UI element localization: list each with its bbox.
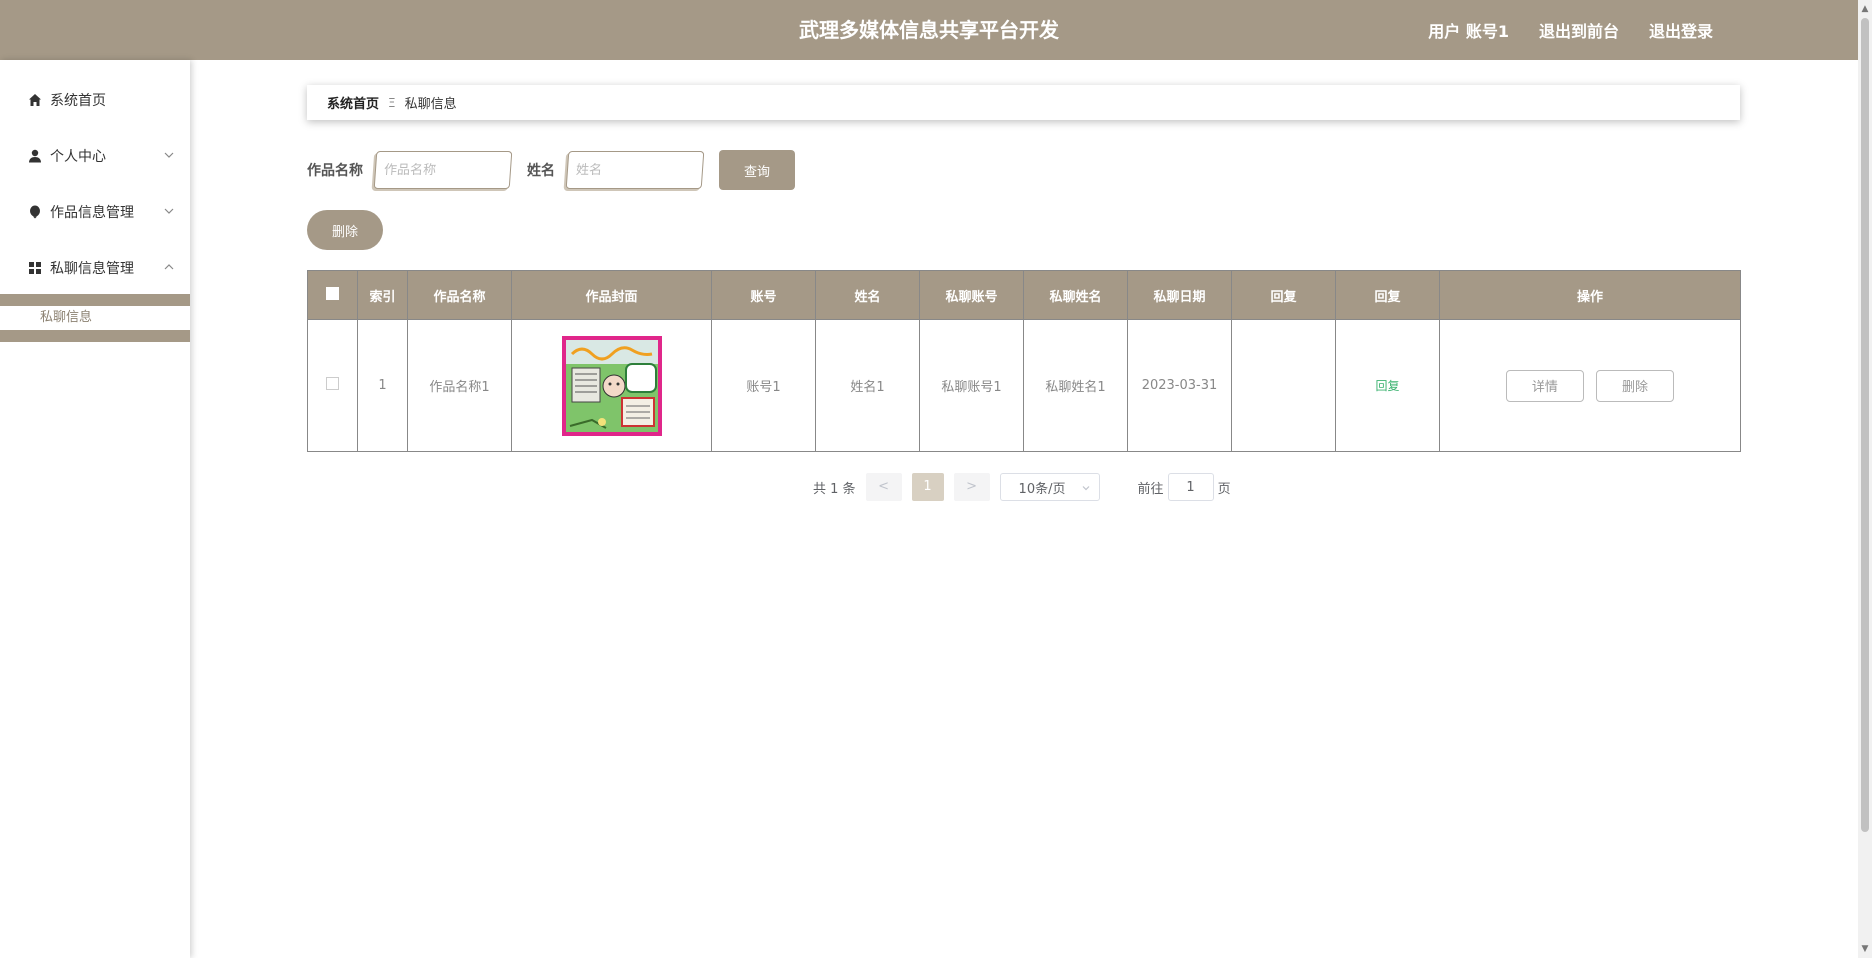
- vertical-scrollbar[interactable]: ▲ ▼: [1858, 0, 1872, 958]
- breadcrumb-current: 私聊信息: [404, 97, 457, 112]
- scrollbar-thumb[interactable]: [1861, 18, 1869, 832]
- top-header: 武理多媒体信息共享平台开发 用户 账号1 退出到前台 退出登录: [0, 0, 1858, 60]
- sidebar: 系统首页 个人中心 作品信息管理 私聊信息管理 私聊信息: [0, 60, 190, 958]
- prev-page-button[interactable]: <: [865, 473, 902, 501]
- select-all-cell[interactable]: [307, 270, 358, 320]
- grid-icon: [27, 260, 43, 276]
- select-all-checkbox[interactable]: [326, 286, 339, 300]
- chevron-up-icon: [162, 260, 176, 274]
- home-icon: [27, 92, 43, 108]
- work-name-cell: 作品名称1: [407, 319, 512, 452]
- sidebar-item-label: 私聊信息管理: [50, 261, 134, 277]
- column-header: 私聊姓名: [1023, 270, 1128, 320]
- pagination: 共 1 条 < 1 > 10条/页 前往 页: [813, 473, 1231, 501]
- breadcrumb-home[interactable]: 系统首页: [327, 93, 379, 112]
- page-size-value: 10条/页: [1018, 481, 1066, 497]
- chevron-down-icon: [1081, 482, 1091, 492]
- table-header-row: 索引 作品名称 作品封面 账号 姓名 私聊账号 私聊姓名 私聊日期 回复 回复 …: [307, 270, 1741, 320]
- operation-cell: 详情 删除: [1439, 319, 1741, 452]
- column-header: 回复: [1335, 270, 1440, 320]
- column-header: 操作: [1439, 270, 1741, 320]
- query-button[interactable]: 查询: [719, 150, 795, 190]
- name-label: 姓名: [527, 163, 555, 179]
- page-size-select[interactable]: 10条/页: [999, 473, 1100, 501]
- column-header: 私聊日期: [1127, 270, 1232, 320]
- reply-action-cell: 回复: [1335, 319, 1440, 452]
- row-delete-button[interactable]: 删除: [1596, 369, 1675, 402]
- sidebar-item-works[interactable]: 作品信息管理: [0, 184, 190, 240]
- cover-image[interactable]: [561, 335, 662, 436]
- sidebar-item-personal[interactable]: 个人中心: [0, 128, 190, 184]
- name-input[interactable]: [565, 151, 705, 189]
- column-header: 作品封面: [511, 270, 712, 320]
- chevron-down-icon: [162, 148, 176, 162]
- breadcrumb-separator-icon: Ξ: [388, 95, 396, 110]
- detail-button[interactable]: 详情: [1505, 369, 1584, 402]
- page-suffix-label: 页: [1217, 481, 1231, 497]
- row-index: 1: [357, 319, 408, 452]
- column-header: 作品名称: [407, 270, 512, 320]
- sidebar-item-chat[interactable]: 私聊信息管理: [0, 240, 190, 296]
- sidebar-subitem-chat-info[interactable]: 私聊信息: [0, 306, 190, 330]
- goto-page-input[interactable]: [1167, 473, 1214, 501]
- row-checkbox[interactable]: [326, 377, 339, 390]
- next-page-button[interactable]: >: [953, 473, 990, 501]
- sidebar-item-label: 系统首页: [50, 93, 106, 109]
- column-header: 私聊账号: [919, 270, 1024, 320]
- chat-name-cell: 私聊姓名1: [1023, 319, 1128, 452]
- table-row: 1 作品名称1 账号1 姓名1 私聊账号1 私聊姓名1 2023-03-31 回…: [307, 319, 1741, 452]
- reply-link[interactable]: 回复: [1375, 379, 1399, 393]
- balloon-icon: [27, 204, 43, 220]
- scroll-up-icon[interactable]: ▲: [1858, 2, 1872, 16]
- cover-cell: [511, 319, 712, 452]
- goto-label: 前往: [1137, 481, 1164, 497]
- row-select-cell[interactable]: [307, 319, 358, 452]
- header-nav: 用户 账号1 退出到前台 退出登录: [1428, 0, 1713, 60]
- user-icon: [27, 148, 43, 164]
- breadcrumb: 系统首页 Ξ 私聊信息: [307, 85, 1740, 120]
- work-name-input[interactable]: [373, 151, 513, 189]
- column-header: 姓名: [815, 270, 920, 320]
- chat-table: 索引 作品名称 作品封面 账号 姓名 私聊账号 私聊姓名 私聊日期 回复 回复 …: [307, 270, 1741, 452]
- chat-submenu: 私聊信息: [0, 294, 190, 342]
- sidebar-item-label: 个人中心: [50, 149, 106, 165]
- column-header: 索引: [357, 270, 408, 320]
- back-to-front-link[interactable]: 退出到前台: [1539, 18, 1619, 42]
- batch-delete-button[interactable]: 删除: [307, 210, 383, 250]
- reply-text-cell: [1231, 319, 1336, 452]
- search-bar: 作品名称 姓名 查询: [307, 150, 795, 190]
- current-user-label: 用户 账号1: [1428, 22, 1509, 41]
- sidebar-item-label: 作品信息管理: [50, 205, 134, 221]
- chat-account-cell: 私聊账号1: [919, 319, 1024, 452]
- logout-link[interactable]: 退出登录: [1649, 18, 1713, 42]
- column-header: 回复: [1231, 270, 1336, 320]
- pagination-total: 共 1 条: [813, 481, 856, 497]
- chevron-down-icon: [162, 204, 176, 218]
- column-header: 账号: [711, 270, 816, 320]
- name-cell: 姓名1: [815, 319, 920, 452]
- chat-date-cell: 2023-03-31: [1127, 319, 1232, 452]
- account-cell: 账号1: [711, 319, 816, 452]
- scroll-down-icon[interactable]: ▼: [1858, 942, 1872, 956]
- submenu-divider: [0, 330, 190, 342]
- page-number-button[interactable]: 1: [911, 473, 944, 501]
- sidebar-item-home[interactable]: 系统首页: [0, 72, 190, 128]
- submenu-divider: [0, 294, 190, 306]
- work-name-label: 作品名称: [307, 163, 363, 179]
